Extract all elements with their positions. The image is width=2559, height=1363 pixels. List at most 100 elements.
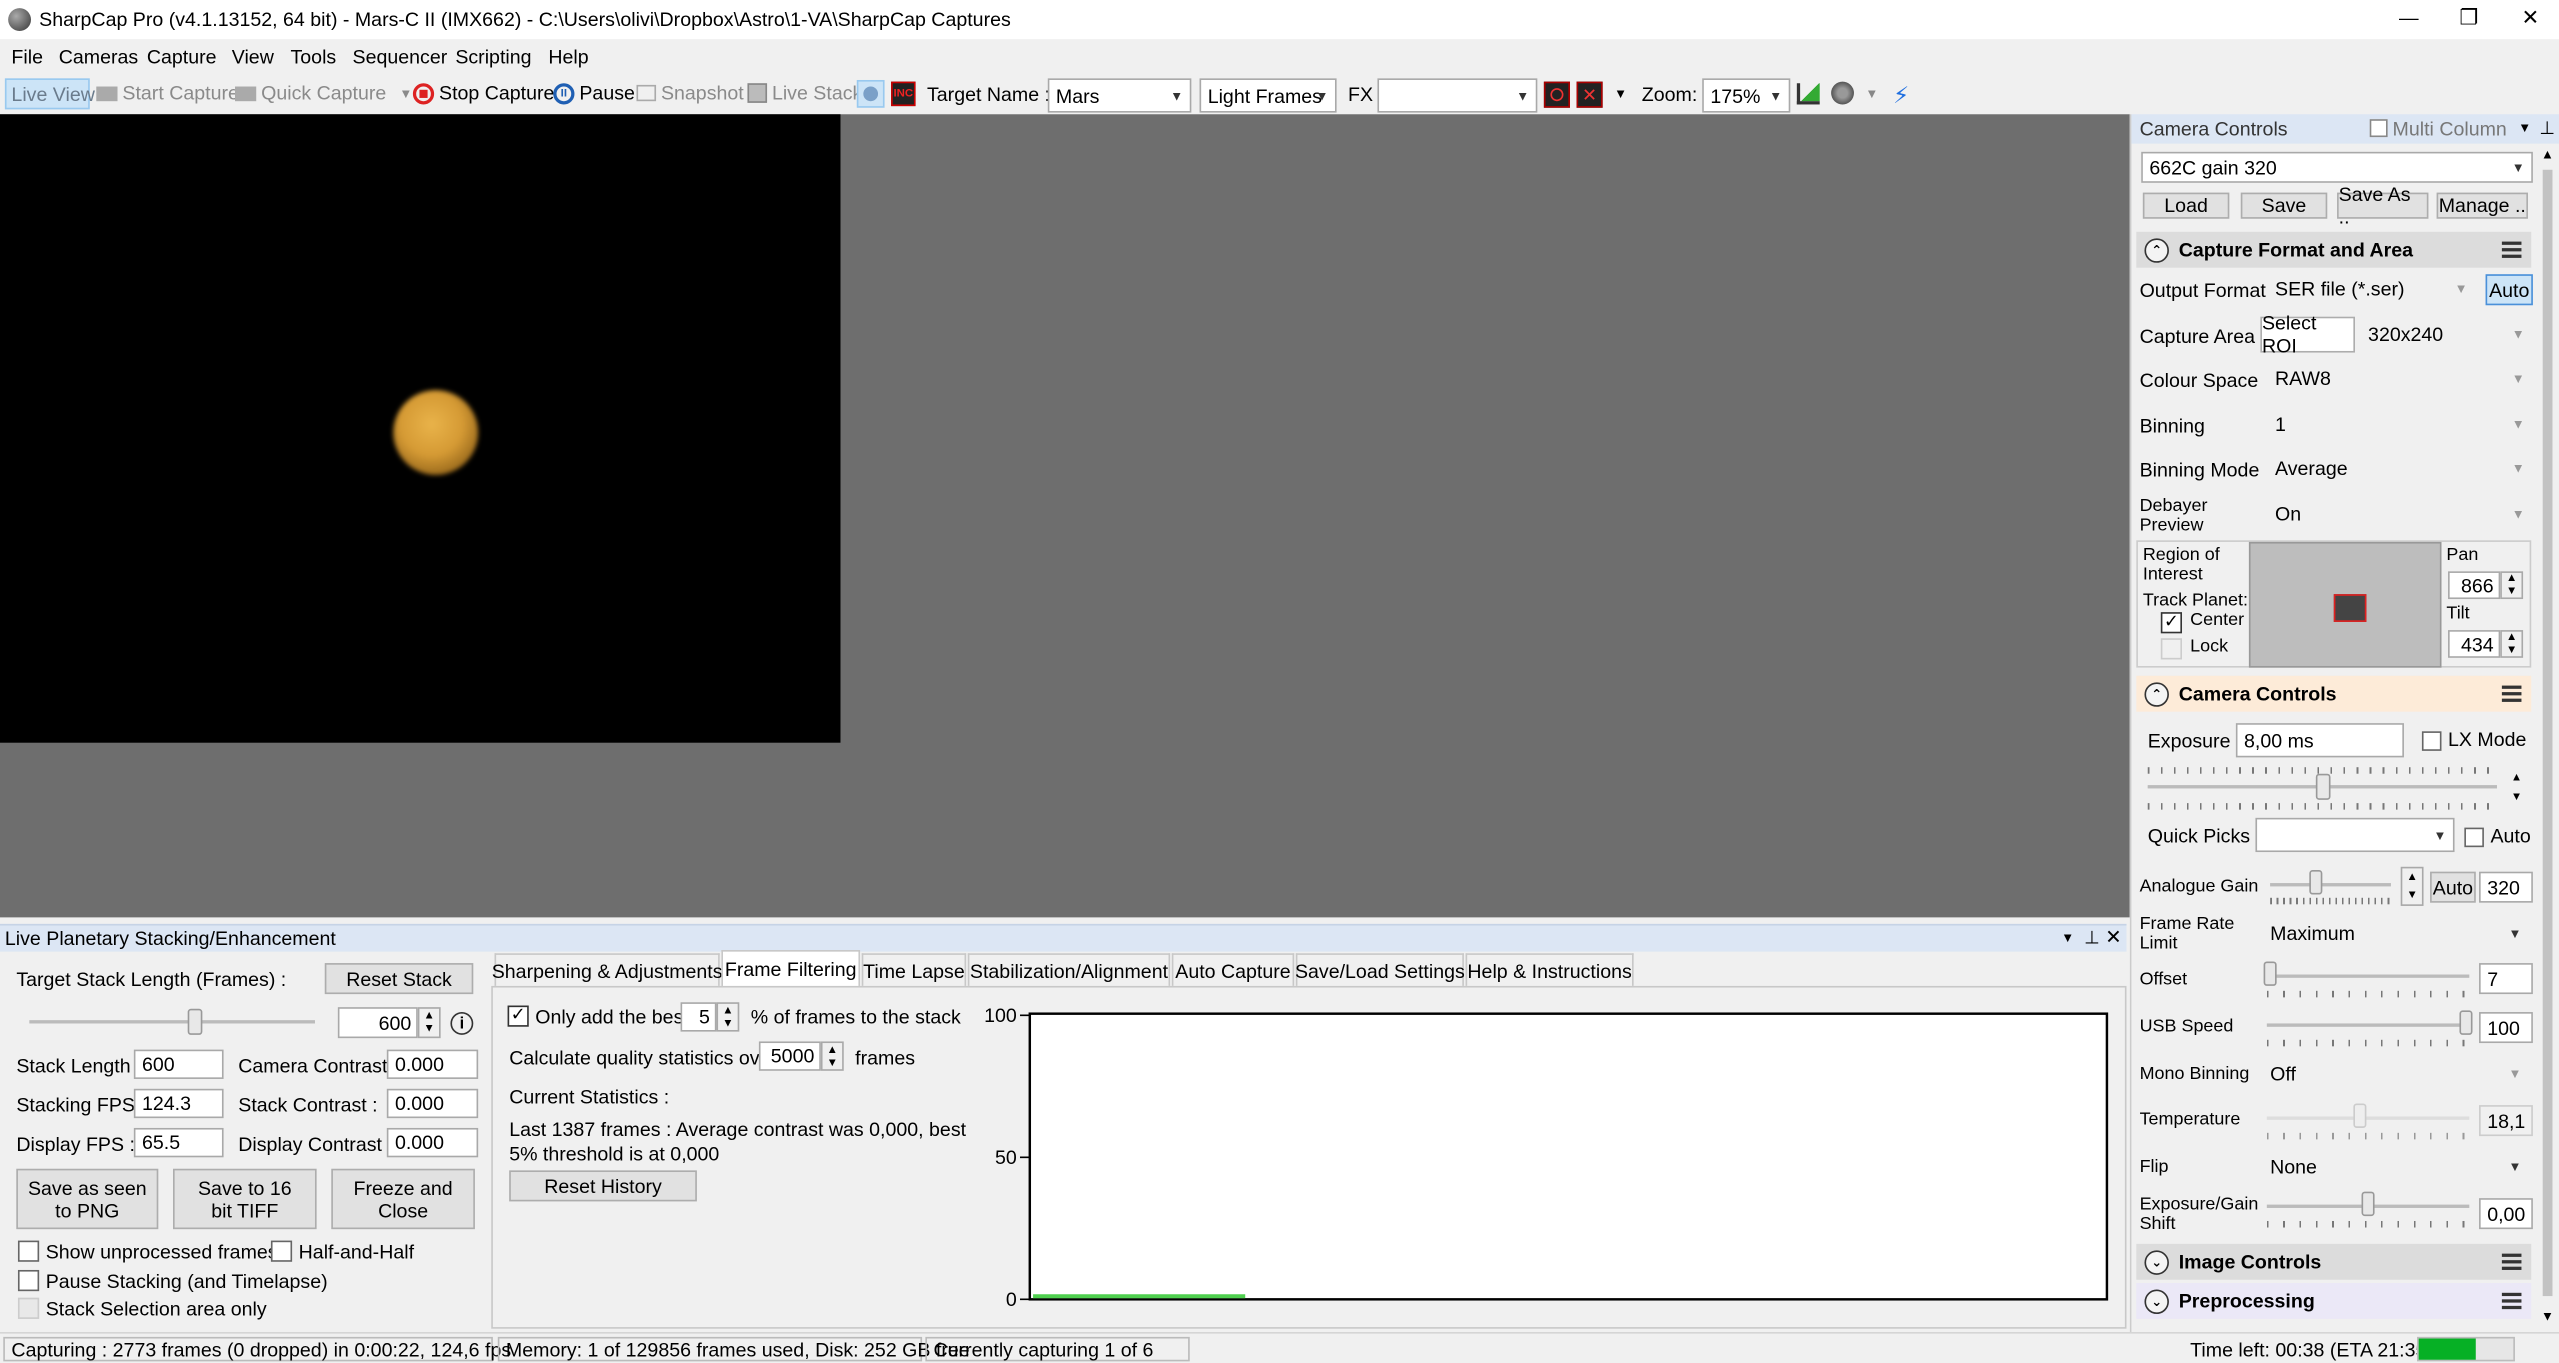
tab-save-load[interactable]: Save/Load Settings: [1295, 953, 1465, 986]
show-unprocessed-checkbox[interactable]: [17, 1240, 40, 1262]
histogram-icon[interactable]: [1796, 83, 1820, 105]
chevron-down-icon[interactable]: ▼: [1865, 87, 1878, 102]
output-format-auto-button[interactable]: Auto: [2485, 274, 2533, 306]
save-as-profile-button[interactable]: Save As ..: [2337, 183, 2429, 229]
reset-stretch-icon[interactable]: ✕: [1576, 81, 1603, 108]
tab-stabilization[interactable]: Stabilization/Alignment: [967, 953, 1171, 986]
stop-capture-button[interactable]: Stop Capture: [412, 82, 554, 104]
stack-length-slider-thumb[interactable]: [187, 1008, 203, 1035]
focus-assist-icon[interactable]: [1831, 81, 1854, 105]
save-png-button[interactable]: Save as seen to PNG: [16, 1168, 159, 1230]
gain-input[interactable]: 320: [2479, 871, 2533, 903]
center-checkbox[interactable]: ✓: [2160, 612, 2183, 634]
frame-rate-select[interactable]: Maximum ▼: [2261, 917, 2530, 949]
offset-input[interactable]: 7: [2479, 963, 2533, 995]
best-percent-spinner[interactable]: ▲ ▼: [716, 1002, 740, 1032]
menu-scripting[interactable]: Scripting: [455, 46, 531, 69]
stack-selection-checkbox[interactable]: [17, 1297, 40, 1319]
roi-marker[interactable]: [2333, 594, 2367, 622]
camera-image[interactable]: [0, 114, 841, 743]
half-and-half-checkbox[interactable]: [270, 1240, 293, 1262]
capture-area-select[interactable]: 320x240 ▼: [2359, 318, 2533, 350]
tab-time-lapse[interactable]: Time Lapse: [861, 953, 967, 986]
usb-speed-input[interactable]: 100: [2479, 1012, 2533, 1044]
menu-icon[interactable]: [2501, 241, 2522, 258]
offset-slider-thumb[interactable]: [2263, 961, 2277, 986]
temperature-slider-track[interactable]: [2266, 1116, 2470, 1120]
reset-history-button[interactable]: Reset History: [509, 1170, 697, 1202]
pin-icon[interactable]: ⊥: [2084, 927, 2100, 949]
debayer-select[interactable]: On ▼: [2266, 497, 2533, 529]
exposure-input[interactable]: 8,00 ms: [2235, 723, 2404, 758]
reset-stack-button[interactable]: Reset Stack: [324, 963, 474, 995]
pin-icon[interactable]: ⊥: [2539, 118, 2555, 139]
scroll-down-icon[interactable]: ▼: [2541, 1309, 2554, 1324]
preprocessing-header[interactable]: ⌄ Preprocessing: [2136, 1283, 2532, 1319]
mono-binning-select[interactable]: Off ▼: [2261, 1057, 2530, 1089]
output-format-select[interactable]: SER file (*.ser) ▼: [2266, 272, 2476, 304]
load-profile-button[interactable]: Load: [2142, 192, 2230, 219]
record-info-icon[interactable]: INC: [891, 81, 916, 107]
pause-button[interactable]: II Pause: [553, 82, 635, 104]
stack-length-slider-track[interactable]: [29, 1020, 315, 1024]
collapse-icon[interactable]: ⌃: [2144, 237, 2169, 262]
gain-slider-thumb[interactable]: [2309, 870, 2323, 895]
gain-slider-track[interactable]: [2270, 883, 2391, 887]
roi-preview[interactable]: [2248, 541, 2442, 668]
only-best-checkbox[interactable]: ✓: [507, 1005, 529, 1027]
exposure-slider-thumb[interactable]: [2315, 773, 2331, 800]
menu-sequencer[interactable]: Sequencer: [353, 46, 448, 69]
live-view-button[interactable]: Live View: [4, 78, 95, 110]
frame-type-select[interactable]: Light Frames ▼: [1199, 78, 1337, 113]
camera-controls-header[interactable]: ⌃ Camera Controls: [2136, 675, 2532, 712]
usb-slider-track[interactable]: [2266, 1023, 2470, 1027]
live-stack-button[interactable]: Live Stack: [747, 82, 862, 104]
pan-spinner[interactable]: ▲ ▼: [2500, 571, 2524, 600]
tab-help[interactable]: Help & Instructions: [1465, 953, 1634, 986]
zoom-select[interactable]: 175% ▼: [1702, 78, 1791, 113]
tab-sharpening[interactable]: Sharpening & Adjustments: [492, 953, 723, 986]
tilt-spinner[interactable]: ▲ ▼: [2500, 630, 2524, 658]
colour-space-select[interactable]: RAW8 ▼: [2266, 362, 2533, 394]
image-controls-header[interactable]: ⌄ Image Controls: [2136, 1243, 2532, 1280]
menu-file[interactable]: File: [11, 46, 43, 69]
chevron-down-icon[interactable]: ▼: [1614, 87, 1627, 102]
exposure-spinner[interactable]: ▲ ▼: [2505, 767, 2528, 806]
offset-slider-track[interactable]: [2266, 974, 2470, 978]
menu-view[interactable]: View: [232, 46, 274, 69]
histogram-stretch-icon[interactable]: [1543, 81, 1570, 108]
shift-input[interactable]: 0,00: [2479, 1198, 2533, 1230]
target-name-select[interactable]: Mars ▼: [1047, 78, 1192, 113]
snapshot-button[interactable]: Snapshot: [636, 82, 744, 104]
menu-icon[interactable]: [2501, 1292, 2522, 1310]
minimize-button[interactable]: —: [2399, 7, 2419, 30]
collapse-icon[interactable]: ⌃: [2144, 681, 2169, 706]
scroll-up-icon[interactable]: ▲: [2541, 147, 2554, 162]
profile-select[interactable]: 662C gain 320 ▼: [2141, 151, 2533, 183]
menu-help[interactable]: Help: [548, 46, 588, 69]
start-capture-button[interactable]: Start Capture: [96, 82, 239, 104]
menu-capture[interactable]: Capture: [147, 46, 217, 69]
gain-auto-button[interactable]: Auto: [2430, 871, 2476, 903]
tilt-input[interactable]: 434: [2448, 630, 2501, 658]
flip-select[interactable]: None ▼: [2261, 1150, 2530, 1182]
pause-stacking-checkbox[interactable]: [17, 1269, 40, 1292]
manage-profile-button[interactable]: Manage ..: [2436, 192, 2528, 219]
quick-picks-select[interactable]: ▼: [2255, 817, 2455, 853]
close-panel-icon[interactable]: ✕: [2105, 926, 2121, 949]
tab-auto-capture[interactable]: Auto Capture: [1171, 953, 1295, 986]
calc-stats-spinner[interactable]: ▲ ▼: [820, 1041, 844, 1071]
shift-slider-thumb[interactable]: [2361, 1191, 2375, 1217]
camera-panel-scrollbar[interactable]: ▲ ▼: [2536, 146, 2559, 1329]
usb-slider-thumb[interactable]: [2459, 1010, 2473, 1035]
select-roi-button[interactable]: Select ROI: [2260, 312, 2355, 357]
calc-stats-input[interactable]: 5000: [758, 1041, 821, 1071]
menu-cameras[interactable]: Cameras: [59, 46, 138, 69]
plugin-icon[interactable]: ⚡: [1893, 82, 1909, 110]
save-profile-button[interactable]: Save: [2240, 192, 2328, 219]
expand-icon[interactable]: ⌄: [2144, 1288, 2169, 1314]
save-tiff-button[interactable]: Save to 16 bit TIFF: [172, 1168, 317, 1230]
chevron-down-icon[interactable]: ▼: [2061, 930, 2074, 945]
info-icon[interactable]: i: [450, 1012, 474, 1035]
target-stack-length-input[interactable]: 600: [337, 1007, 418, 1039]
